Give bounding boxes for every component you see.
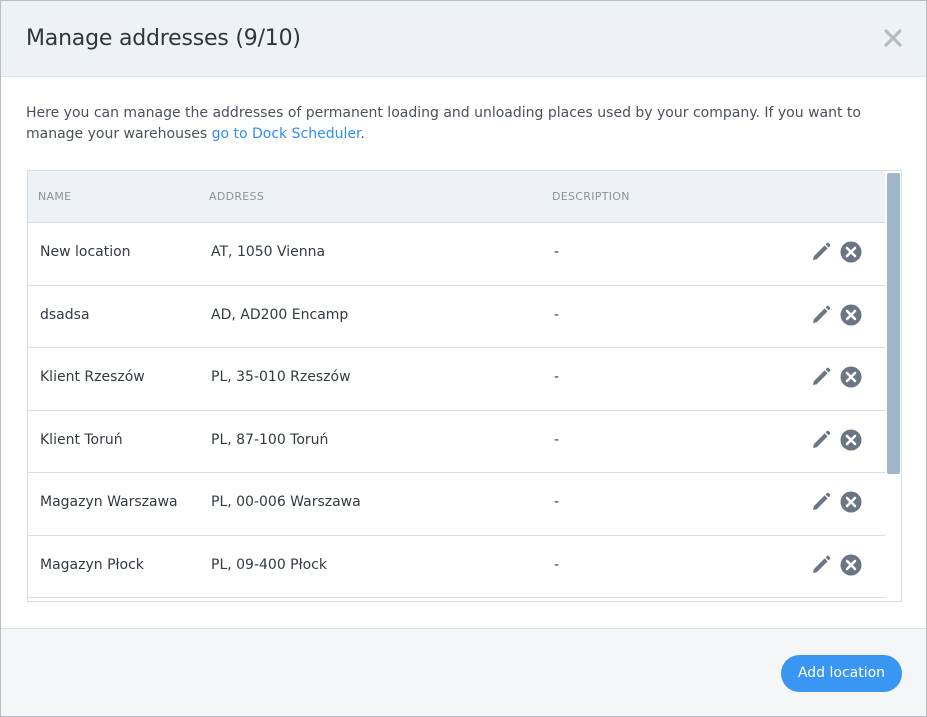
delete-button[interactable] [839, 365, 863, 389]
row-name: dsadsa [40, 306, 90, 323]
delete-button[interactable] [839, 490, 863, 514]
table-row: dsadsa AD, AD200 Encamp - [28, 286, 885, 348]
edit-button[interactable] [809, 303, 833, 327]
delete-circle-icon [840, 554, 862, 575]
row-description: - [554, 369, 560, 385]
row-description: - [554, 556, 560, 573]
column-header-description: DESCRIPTION [552, 190, 630, 203]
table-header: NAME ADDRESS DESCRIPTION [28, 171, 885, 223]
row-address: PL, 09-400 Płock [211, 556, 327, 573]
column-header-name: NAME [38, 190, 72, 203]
table-row: Magazyn Warszawa PL, 00-006 Warszawa - [28, 473, 885, 536]
delete-circle-icon [840, 304, 862, 325]
table-row: Magazyn Płock PL, 09-400 Płock - [28, 536, 885, 598]
table-row: Klient Toruń PL, 87-100 Toruń - [28, 411, 885, 473]
pencil-icon [813, 242, 831, 260]
column-header-address: ADDRESS [209, 190, 265, 203]
scrollbar-thumb[interactable] [887, 173, 900, 474]
close-icon [884, 29, 902, 47]
modal-header: Manage addresses (9/10) [1, 1, 926, 77]
table-row: New location AT, 1050 Vienna - [28, 223, 885, 286]
row-address: PL, 00-006 Warszawa [211, 494, 361, 510]
dock-scheduler-link[interactable]: go to Dock Scheduler [212, 126, 361, 142]
edit-button[interactable] [809, 428, 833, 452]
row-description: - [554, 306, 560, 323]
row-name: Magazyn Płock [40, 556, 144, 573]
row-description: - [554, 494, 560, 510]
intro-text: Here you can manage the addresses of per… [26, 103, 896, 145]
row-description: - [554, 431, 560, 448]
edit-button[interactable] [809, 365, 833, 389]
pencil-icon [813, 492, 831, 510]
edit-button[interactable] [809, 490, 833, 514]
delete-circle-icon [840, 429, 862, 450]
row-address: AD, AD200 Encamp [211, 306, 349, 323]
row-name: Klient Toruń [40, 431, 123, 448]
delete-circle-icon [840, 241, 862, 263]
delete-button[interactable] [839, 240, 863, 264]
pencil-icon [813, 305, 831, 323]
row-name: Magazyn Warszawa [40, 494, 178, 510]
edit-button[interactable] [809, 240, 833, 264]
addresses-table[interactable]: NAME ADDRESS DESCRIPTION New location AT,… [27, 170, 902, 602]
manage-addresses-modal: Manage addresses (9/10) Here you can man… [0, 0, 927, 717]
modal-title: Manage addresses (9/10) [26, 26, 301, 51]
close-button[interactable] [882, 27, 904, 49]
modal-footer: Add location [1, 628, 926, 716]
row-address: AT, 1050 Vienna [211, 244, 326, 260]
row-name: New location [40, 244, 131, 260]
delete-button[interactable] [839, 428, 863, 452]
row-name: Klient Rzeszów [40, 369, 145, 385]
delete-circle-icon [840, 366, 862, 388]
delete-button[interactable] [839, 303, 863, 327]
add-location-button[interactable]: Add location [781, 655, 902, 692]
intro-body: Here you can manage the addresses of per… [26, 105, 861, 142]
row-address: PL, 87-100 Toruń [211, 431, 329, 448]
edit-button[interactable] [809, 553, 833, 577]
pencil-icon [813, 367, 831, 385]
row-address: PL, 35-010 Rzeszów [211, 369, 351, 385]
pencil-icon [813, 430, 831, 448]
table-scrollbar[interactable] [886, 171, 901, 601]
row-description: - [554, 244, 560, 260]
table-row: Klient Rzeszów PL, 35-010 Rzeszów - [28, 348, 885, 411]
delete-button[interactable] [839, 553, 863, 577]
table-body: NAME ADDRESS DESCRIPTION New location AT,… [28, 171, 885, 598]
pencil-icon [813, 555, 831, 573]
delete-circle-icon [840, 491, 862, 513]
intro-suffix: . [360, 126, 365, 142]
